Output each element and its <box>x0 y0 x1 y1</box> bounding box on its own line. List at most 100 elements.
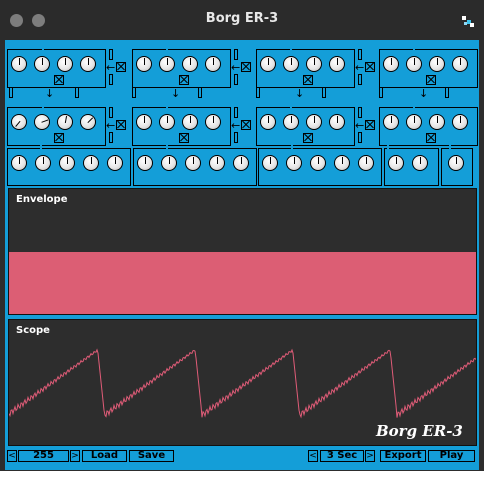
biquad1-knob-1[interactable] <box>35 155 51 171</box>
osc3-knob-r[interactable] <box>306 114 322 130</box>
osc5-knob-r[interactable] <box>57 56 73 72</box>
osc3-route-icon[interactable] <box>365 120 375 130</box>
mstr-knob-f[interactable] <box>11 114 27 130</box>
biquad1-knob-2[interactable] <box>59 155 75 171</box>
offset-knob-1[interactable] <box>412 155 428 171</box>
biquad2-knob-3[interactable] <box>209 155 225 171</box>
mstr-fm-toggle[interactable] <box>109 132 113 143</box>
mod-fm-label-2[interactable] <box>322 87 326 98</box>
osc7-matrix-icon[interactable] <box>303 75 313 85</box>
preset-prev-button[interactable]: < <box>7 450 17 462</box>
osc2-knob-t[interactable] <box>205 114 221 130</box>
osc2-am-toggle[interactable] <box>234 107 238 118</box>
mstr-am-toggle[interactable] <box>109 107 113 118</box>
osc7-knob-f[interactable] <box>260 56 276 72</box>
biquad2-knob-2[interactable] <box>185 155 201 171</box>
osc7-route-icon[interactable] <box>365 62 375 72</box>
biquad3-knob-4[interactable] <box>358 155 374 171</box>
osc7-knob-a[interactable] <box>283 56 299 72</box>
osc8-knob-f[interactable] <box>383 56 399 72</box>
mstr-route-icon[interactable] <box>116 120 126 130</box>
load-button[interactable]: Load <box>82 450 127 462</box>
osc7-knob-r[interactable] <box>306 56 322 72</box>
preset-next-button[interactable]: > <box>70 450 80 462</box>
osc4-matrix-icon[interactable] <box>426 133 436 143</box>
osc5-route-icon[interactable] <box>116 62 126 72</box>
biquad3-knob-0[interactable] <box>262 155 278 171</box>
osc3-knob-a[interactable] <box>283 114 299 130</box>
osc6-knob-f[interactable] <box>136 56 152 72</box>
osc4-knob-a[interactable] <box>406 114 422 130</box>
offset-knob-0[interactable] <box>388 155 404 171</box>
biquad2-knob-4[interactable] <box>233 155 249 171</box>
mod-am-label-3[interactable] <box>379 87 383 98</box>
osc5-knob-f[interactable] <box>11 56 27 72</box>
biquad3-knob-2[interactable] <box>310 155 326 171</box>
knob-indicator <box>437 58 438 65</box>
mstr-knob-t[interactable] <box>80 114 96 130</box>
osc6-fm-toggle[interactable] <box>234 74 238 85</box>
mod-am-label-1[interactable] <box>132 87 136 98</box>
osc4-knob-f[interactable] <box>383 114 399 130</box>
biquad1-knob-4[interactable] <box>107 155 123 171</box>
osc8-matrix-icon[interactable] <box>426 75 436 85</box>
osc2-knob-r[interactable] <box>182 114 198 130</box>
biquad1-knob-3[interactable] <box>83 155 99 171</box>
save-button[interactable]: Save <box>129 450 174 462</box>
osc3-fm-toggle[interactable] <box>358 132 362 143</box>
osc6-matrix-icon[interactable] <box>179 75 189 85</box>
osc7-am-toggle[interactable] <box>358 49 362 60</box>
mod-fm-label-3[interactable] <box>445 87 449 98</box>
osc2-matrix-icon[interactable] <box>179 133 189 143</box>
app-window: Borg ER-3 Envelope Scope Borg ER-3 < 255… <box>0 0 484 471</box>
osc6-knob-a[interactable] <box>159 56 175 72</box>
osc6-knob-r[interactable] <box>182 56 198 72</box>
osc4-knob-t[interactable] <box>452 114 468 130</box>
export-button[interactable]: Export <box>380 450 426 462</box>
osc4-knob-r[interactable] <box>429 114 445 130</box>
mod-fm-label-1[interactable] <box>198 87 202 98</box>
mod-am-label-2[interactable] <box>256 87 260 98</box>
osc5-fm-toggle[interactable] <box>109 74 113 85</box>
mstr-matrix-icon[interactable] <box>54 133 64 143</box>
osc3-knob-t[interactable] <box>329 114 345 130</box>
osc7-fm-toggle[interactable] <box>358 74 362 85</box>
cr-knob-0[interactable] <box>448 155 464 171</box>
knob-indicator <box>65 58 66 65</box>
osc6-knob-t[interactable] <box>205 56 221 72</box>
biquad3-knob-1[interactable] <box>286 155 302 171</box>
biquad3-knob-3[interactable] <box>334 155 350 171</box>
knob-indicator <box>391 116 392 123</box>
mod-fm-label-0[interactable] <box>75 87 79 98</box>
osc8-knob-a[interactable] <box>406 56 422 72</box>
osc7-knob-t[interactable] <box>329 56 345 72</box>
osc2-route-icon[interactable] <box>241 120 251 130</box>
osc3-knob-f[interactable] <box>260 114 276 130</box>
duration-field[interactable]: 3 Sec <box>320 450 364 462</box>
osc2-fm-toggle[interactable] <box>234 132 238 143</box>
osc5-am-toggle[interactable] <box>109 49 113 60</box>
mstr-knob-a[interactable] <box>34 114 50 130</box>
preset-number-field[interactable]: 255 <box>18 450 69 462</box>
osc6-am-toggle[interactable] <box>234 49 238 60</box>
osc2-knob-a[interactable] <box>159 114 175 130</box>
osc5-knob-t[interactable] <box>80 56 96 72</box>
osc2-knob-f[interactable] <box>136 114 152 130</box>
mstr-knob-r[interactable] <box>57 114 73 130</box>
biquad2-knob-1[interactable] <box>161 155 177 171</box>
biquad1-knob-0[interactable] <box>11 155 27 171</box>
play-button[interactable]: Play <box>428 450 475 462</box>
osc6-route-icon[interactable] <box>241 62 251 72</box>
osc6-arrow-left-icon: ← <box>231 61 241 74</box>
osc3-matrix-icon[interactable] <box>303 133 313 143</box>
biquad2-knob-0[interactable] <box>137 155 153 171</box>
offset-title <box>387 142 389 153</box>
osc3-am-toggle[interactable] <box>358 107 362 118</box>
osc5-matrix-icon[interactable] <box>54 75 64 85</box>
mod-am-label-0[interactable] <box>9 87 13 98</box>
duration-next-button[interactable]: > <box>365 450 375 462</box>
osc5-knob-a[interactable] <box>34 56 50 72</box>
osc8-knob-t[interactable] <box>452 56 468 72</box>
osc8-knob-r[interactable] <box>429 56 445 72</box>
duration-prev-button[interactable]: < <box>308 450 318 462</box>
